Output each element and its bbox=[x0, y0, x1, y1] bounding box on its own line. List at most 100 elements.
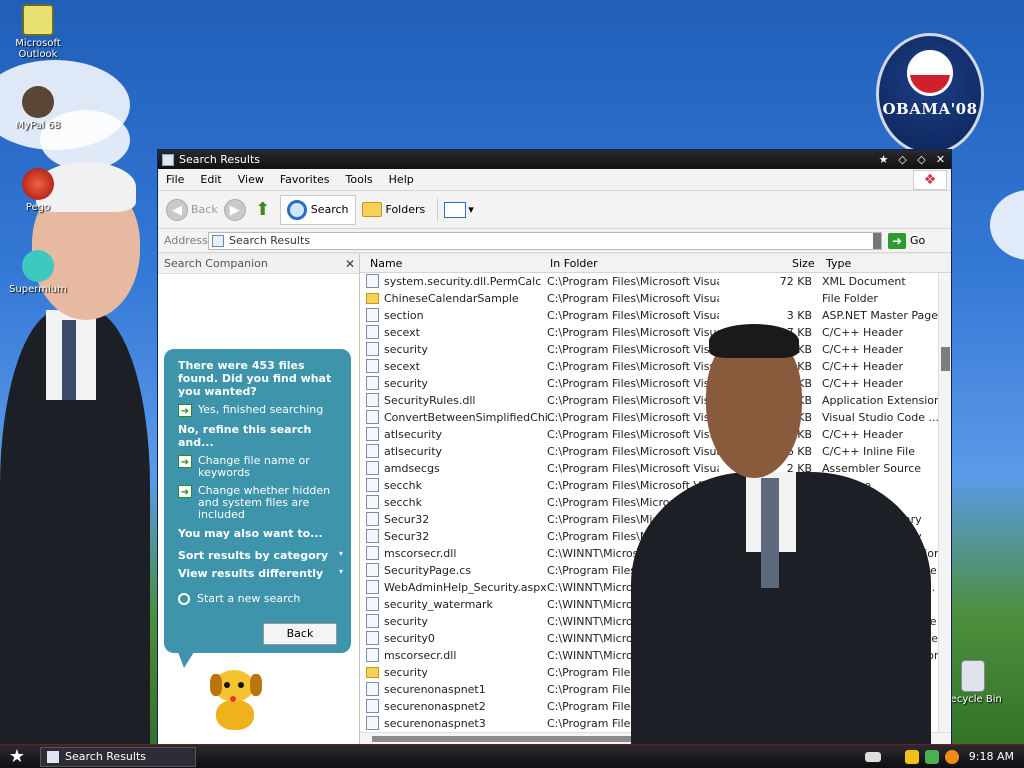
minimize-button[interactable]: ◇ bbox=[894, 153, 911, 167]
file-icon bbox=[366, 342, 379, 356]
file-type: XML Document bbox=[822, 275, 906, 288]
menu-edit[interactable]: Edit bbox=[192, 173, 229, 186]
clock: 9:18 AM bbox=[968, 750, 1014, 763]
magnifier-icon bbox=[178, 592, 190, 605]
file-icon bbox=[366, 580, 379, 594]
maximize-button[interactable]: ◇ bbox=[913, 153, 930, 167]
menu-file[interactable]: File bbox=[158, 173, 192, 186]
up-folder-button[interactable]: ⬆ bbox=[252, 199, 274, 221]
desktop-icon-supermium[interactable]: Supermium bbox=[3, 250, 73, 295]
column-header-size[interactable]: Size bbox=[792, 257, 815, 270]
folder-icon bbox=[366, 667, 379, 678]
file-name: securenonaspnet1 bbox=[384, 683, 486, 696]
shield-icon[interactable] bbox=[904, 749, 919, 764]
desktop-icon-outlook[interactable]: Microsoft Outlook bbox=[3, 4, 73, 60]
go-label: Go bbox=[910, 234, 926, 247]
menu-help[interactable]: Help bbox=[381, 173, 422, 186]
back-arrow-icon: ◀ bbox=[166, 198, 188, 221]
close-button[interactable]: ✕ bbox=[932, 153, 949, 167]
menu-view[interactable]: View bbox=[230, 173, 272, 186]
table-row[interactable]: ChineseCalendarSample C:\Program Files\Mi… bbox=[360, 290, 938, 307]
files-found-text: There were 453 files found. Did you find… bbox=[178, 359, 332, 398]
view-results-option[interactable]: View results differently ▾ bbox=[178, 567, 343, 580]
green-arrow-icon: ➜ bbox=[178, 404, 192, 417]
pego-icon bbox=[22, 168, 54, 200]
folder-icon bbox=[366, 293, 379, 304]
also-heading: You may also want to... bbox=[178, 527, 323, 540]
file-type: ASP.NET Master Page bbox=[822, 309, 938, 322]
menu-tools[interactable]: Tools bbox=[338, 173, 381, 186]
dropdown-arrow-icon: ▾ bbox=[468, 203, 474, 216]
search-companion-pane: Search Companion ✕ There were 453 files … bbox=[158, 254, 360, 744]
sort-results-option[interactable]: Sort results by category ▾ bbox=[178, 549, 343, 562]
file-name: secchk bbox=[384, 496, 422, 509]
system-tray: 9:18 AM bbox=[859, 745, 1024, 768]
finished-searching-option[interactable]: ➜ Yes, finished searching bbox=[178, 404, 343, 417]
file-icon bbox=[366, 682, 379, 696]
toolbar: ◀ Back ▶ ⬆ Search Folders ▾ bbox=[158, 191, 951, 229]
chevron-down-icon: ▾ bbox=[338, 567, 343, 576]
network-icon[interactable] bbox=[924, 749, 939, 764]
menu-bar: File Edit View Favorites Tools Help ❖ bbox=[158, 169, 951, 191]
file-name: atlsecurity bbox=[384, 445, 443, 458]
hidden-files-option[interactable]: ➜ Change whether hidden and system files… bbox=[178, 485, 343, 521]
campaign-logo bbox=[907, 50, 953, 96]
search-companion-title: Search Companion bbox=[164, 257, 268, 270]
column-header-name[interactable]: Name bbox=[370, 257, 402, 270]
close-pane-icon[interactable]: ✕ bbox=[345, 257, 359, 271]
views-button[interactable]: ▾ bbox=[444, 201, 474, 218]
file-name: securenonaspnet2 bbox=[384, 700, 486, 713]
keyboard-icon[interactable] bbox=[864, 751, 881, 762]
file-name: mscorsecr.dll bbox=[384, 547, 457, 560]
vertical-scroll-thumb[interactable] bbox=[941, 347, 950, 371]
address-field[interactable]: Search Results bbox=[208, 231, 882, 250]
new-search-option[interactable]: Start a new search bbox=[178, 592, 343, 605]
balloon-tail bbox=[178, 652, 194, 668]
menu-favorites[interactable]: Favorites bbox=[272, 173, 338, 186]
companion-back-button[interactable]: Back bbox=[263, 623, 337, 645]
file-folder: C:\Program Files\Microsoft Visua... bbox=[547, 309, 719, 322]
column-header-folder[interactable]: In Folder bbox=[550, 257, 598, 270]
back-button[interactable]: ◀ Back bbox=[166, 198, 218, 221]
file-icon bbox=[366, 631, 379, 645]
table-row[interactable]: system.security.dll.PermCalc C:\Program F… bbox=[360, 273, 938, 290]
desktop-icon-pego[interactable]: Pego bbox=[3, 168, 73, 213]
mypal-icon bbox=[22, 86, 54, 118]
folders-button[interactable]: Folders bbox=[361, 202, 426, 217]
window-icon bbox=[162, 153, 174, 166]
file-name: atlsecurity bbox=[384, 428, 443, 441]
biden-photo bbox=[0, 160, 160, 750]
file-name: secchk bbox=[384, 479, 422, 492]
file-size: 3 KB bbox=[786, 309, 812, 322]
file-name: amdsecgs bbox=[384, 462, 440, 475]
chevron-down-icon: ▾ bbox=[338, 549, 343, 558]
option-label: Change file name or keywords bbox=[198, 454, 310, 479]
address-dropdown-button[interactable] bbox=[873, 232, 881, 249]
file-icon bbox=[366, 444, 379, 458]
file-type: File Folder bbox=[822, 292, 878, 305]
forward-button[interactable]: ▶ bbox=[223, 198, 246, 221]
file-name: Secur32 bbox=[384, 513, 430, 526]
folders-label: Folders bbox=[385, 203, 426, 216]
file-icon bbox=[366, 359, 379, 373]
search-tray-icon[interactable] bbox=[944, 749, 959, 764]
file-icon bbox=[366, 393, 379, 407]
search-button[interactable]: Search bbox=[279, 194, 356, 225]
file-icon bbox=[366, 495, 379, 509]
go-button[interactable]: ➜ Go bbox=[888, 232, 926, 249]
desktop-icon-label: Pego bbox=[25, 202, 51, 213]
window-titlebar[interactable]: Search Results ★ ◇ ◇ ✕ bbox=[158, 150, 951, 169]
search-results-window[interactable]: Search Results ★ ◇ ◇ ✕ File Edit View Fa… bbox=[157, 149, 952, 745]
back-label: Back bbox=[191, 203, 218, 216]
search-dog-icon[interactable] bbox=[206, 664, 268, 740]
file-folder: C:\Program Files\Microsoft Visua... bbox=[547, 275, 719, 288]
start-button[interactable]: ★ bbox=[4, 746, 30, 768]
desktop-icon-mypal[interactable]: MyPal 68 bbox=[3, 86, 73, 131]
cloud bbox=[990, 190, 1024, 260]
option-label: Start a new search bbox=[197, 592, 301, 605]
change-filename-option[interactable]: ➜ Change file name or keywords bbox=[178, 455, 343, 479]
taskbar-item-search-results[interactable]: Search Results bbox=[40, 746, 196, 767]
star-icon[interactable]: ★ bbox=[875, 153, 892, 167]
column-header-type[interactable]: Type bbox=[826, 257, 851, 270]
search-companion-balloon: There were 453 files found. Did you find… bbox=[164, 349, 351, 653]
